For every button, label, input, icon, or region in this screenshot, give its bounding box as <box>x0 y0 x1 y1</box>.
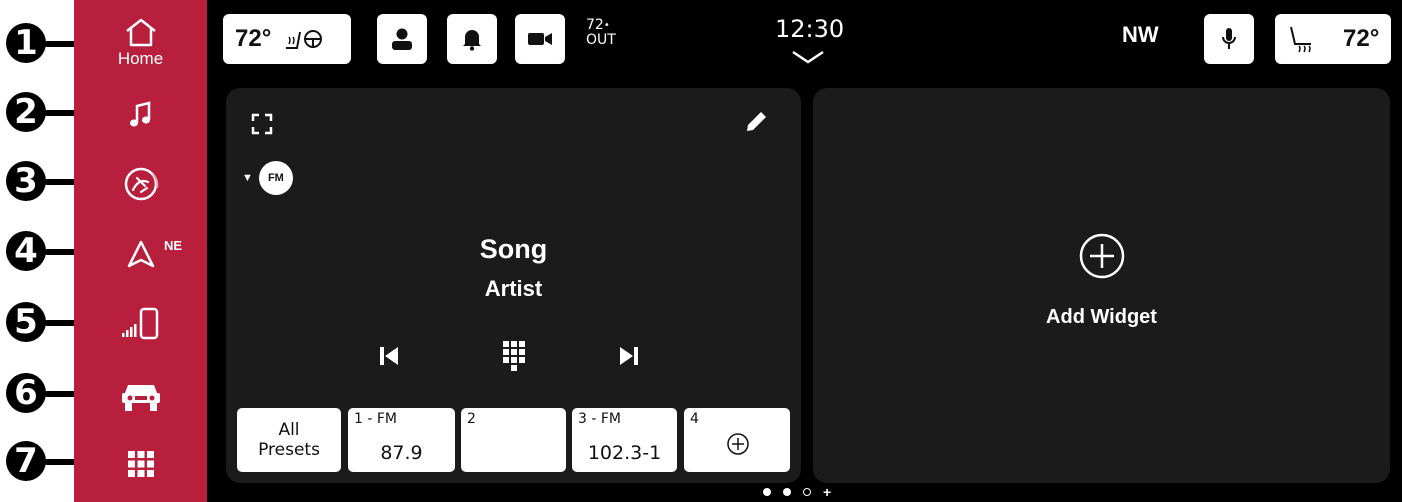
all-presets-label: All Presets <box>258 420 320 460</box>
expand-icon[interactable] <box>251 113 273 135</box>
phone-signal-icon <box>121 307 158 340</box>
chevron-down-icon[interactable] <box>791 50 825 64</box>
compass-heading: NW <box>1122 22 1159 47</box>
preset-label: 2 <box>467 411 476 427</box>
camera-button[interactable] <box>515 14 565 64</box>
sidebar-item-vehicle[interactable] <box>74 374 207 418</box>
callout-4: 4 <box>6 231 46 271</box>
sidebar-item-home[interactable]: Home <box>74 12 207 74</box>
passenger-seat-heat-icon <box>1290 26 1311 53</box>
preset-label: 1 - FM <box>354 411 397 427</box>
sidebar-item-media[interactable] <box>74 95 207 135</box>
callout-2: 2 <box>6 92 46 132</box>
band-selector[interactable]: ▼ FM <box>242 160 302 196</box>
person-icon <box>392 28 412 50</box>
navigation-arrow-icon <box>127 240 154 268</box>
callout-3: 3 <box>6 161 46 201</box>
preset-frequency: 102.3-1 <box>587 442 662 464</box>
vehicle-icon <box>121 385 160 411</box>
passenger-temp: 72° <box>1343 25 1380 52</box>
driver-temp: 72° <box>235 25 272 52</box>
outside-temperature: 72• OUT <box>586 17 616 48</box>
sidebar: Home NE <box>74 0 207 502</box>
passenger-climate-button[interactable]: 72° <box>1275 14 1391 64</box>
preset-1[interactable]: 1 - FM 87.9 <box>348 408 455 472</box>
callout-1: 1 <box>6 23 46 63</box>
seat-heat-wheel-icon <box>286 30 323 49</box>
previous-track-icon[interactable] <box>378 344 400 368</box>
sidebar-item-climate[interactable] <box>74 162 207 206</box>
driver-climate-button[interactable]: 72° <box>223 14 351 64</box>
preset-3[interactable]: 3 - FM 102.3-1 <box>572 408 677 472</box>
add-preset-icon <box>727 433 749 455</box>
page-dot-active <box>763 488 771 496</box>
clock-time: 12:30 <box>775 15 845 43</box>
music-note-icon <box>129 101 150 127</box>
callout-5: 5 <box>6 302 46 342</box>
add-widget-label: Add Widget <box>1046 306 1157 328</box>
artist-name: Artist <box>484 276 543 301</box>
preset-label: 4 <box>690 411 699 427</box>
page-dot-empty <box>803 488 811 496</box>
next-track-icon[interactable] <box>618 344 640 368</box>
voice-button[interactable] <box>1204 14 1254 64</box>
compass-direction: NE <box>164 238 183 253</box>
preset-label: 3 - FM <box>578 411 621 427</box>
page-dot <box>783 488 791 496</box>
preset-2[interactable]: 2 <box>461 408 566 472</box>
apps-grid-icon <box>127 451 154 477</box>
fm-badge: FM <box>258 161 293 195</box>
outside-temp-value: 72 <box>586 17 604 33</box>
sidebar-item-apps[interactable] <box>74 444 207 484</box>
add-page-icon: + <box>823 484 832 500</box>
callout-6: 6 <box>6 373 46 413</box>
sidebar-item-navigation[interactable]: NE <box>74 232 207 276</box>
camera-icon <box>528 33 552 45</box>
climate-fan-icon <box>124 167 158 201</box>
edit-pencil-icon[interactable] <box>744 108 770 134</box>
media-widget: ▼ FM Song Artist All Presets 1 - FM 87.9 <box>226 88 801 483</box>
home-label: Home <box>117 49 164 68</box>
outside-label: OUT <box>586 32 616 48</box>
main-screen: 72° 72• OUT 12:30 NW 72° ▼ FM Song Artis… <box>207 0 1402 502</box>
all-presets-button[interactable]: All Presets <box>237 408 341 472</box>
microphone-icon <box>1222 28 1236 49</box>
callout-7: 7 <box>6 441 46 481</box>
caret-down-icon: ▼ <box>242 172 253 184</box>
notifications-button[interactable] <box>447 14 497 64</box>
driver-profile-button[interactable] <box>377 14 427 64</box>
bell-icon <box>463 30 481 51</box>
home-icon <box>125 18 156 47</box>
song-title: Song <box>479 234 548 264</box>
add-widget-panel[interactable]: Add Widget <box>813 88 1390 483</box>
preset-frequency: 87.9 <box>380 442 423 464</box>
preset-4[interactable]: 4 <box>684 408 790 472</box>
keypad-icon[interactable] <box>502 340 526 372</box>
page-indicator[interactable]: + <box>763 484 832 500</box>
sidebar-item-phone[interactable] <box>74 302 207 346</box>
add-circle-icon <box>1079 233 1125 279</box>
